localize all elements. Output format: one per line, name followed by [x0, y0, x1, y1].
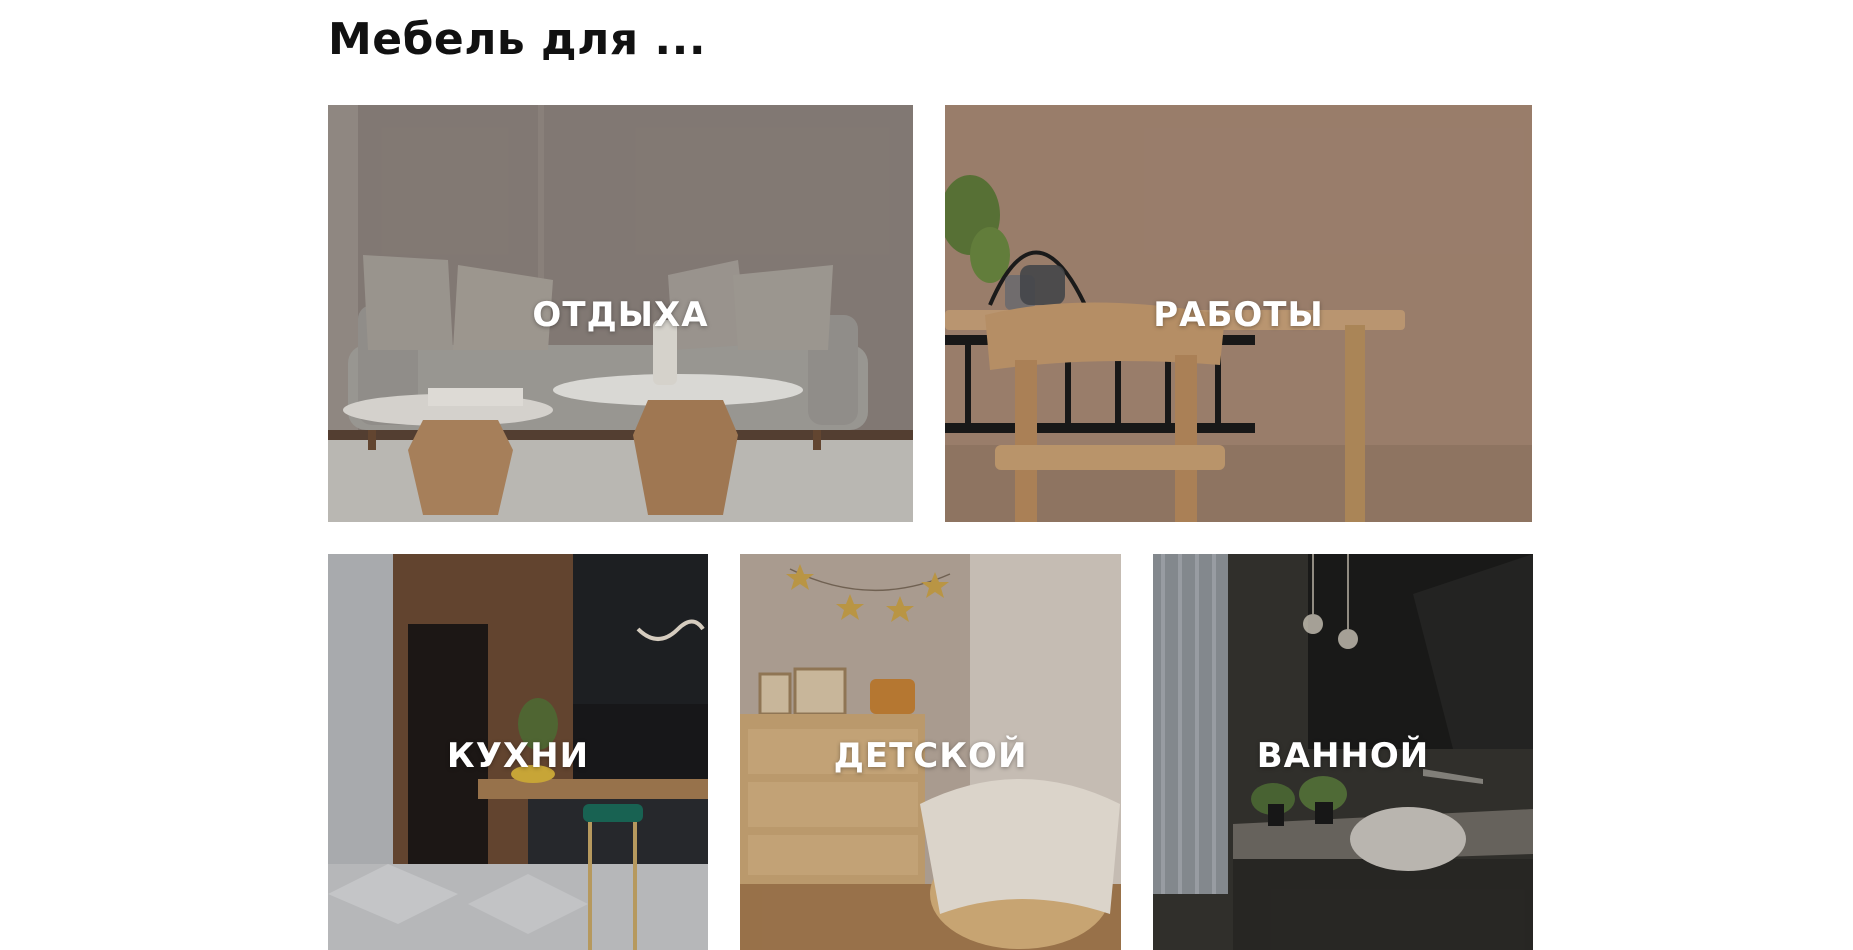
category-label: КУХНИ: [446, 736, 590, 776]
section-title: Мебель для ...: [328, 14, 707, 65]
category-card-rest[interactable]: ОТДЫХА: [328, 105, 913, 522]
category-label: ВАННОЙ: [1256, 736, 1430, 776]
category-card-bath[interactable]: ВАННОЙ: [1153, 554, 1533, 950]
category-card-work[interactable]: РАБОТЫ: [945, 105, 1532, 522]
category-card-kids[interactable]: ДЕТСКОЙ: [740, 554, 1121, 950]
category-label: РАБОТЫ: [1153, 295, 1324, 335]
category-label: ОТДЫХА: [532, 295, 709, 335]
category-card-kitchen[interactable]: КУХНИ: [328, 554, 708, 950]
category-label: ДЕТСКОЙ: [833, 736, 1028, 776]
